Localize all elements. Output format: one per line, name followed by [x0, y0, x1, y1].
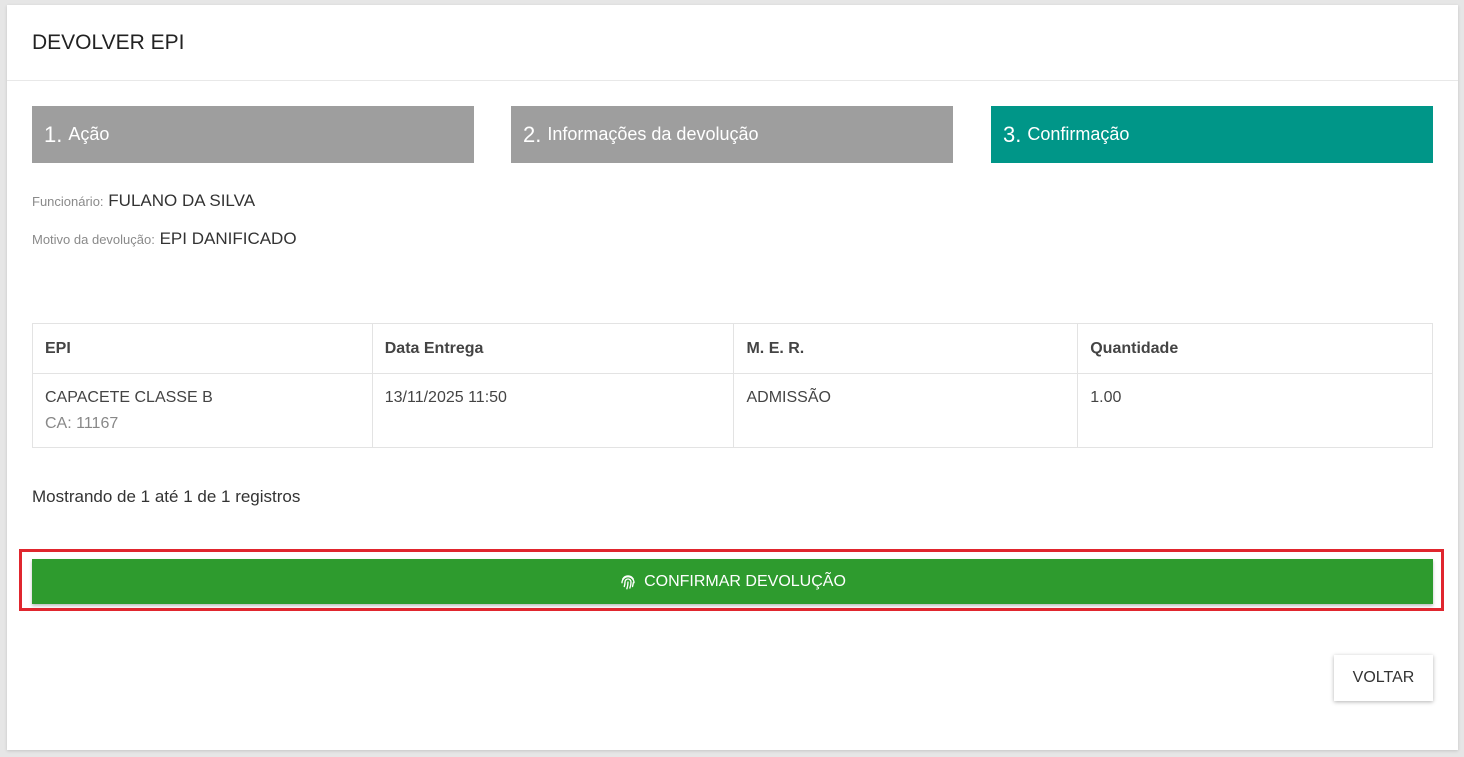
return-epi-card: DEVOLVER EPI 1. Ação 2. Informações da d…: [7, 5, 1458, 750]
step-return-info[interactable]: 2. Informações da devolução: [511, 106, 953, 163]
epi-ca: CA: 11167: [45, 415, 119, 432]
step-number: 3.: [1003, 121, 1022, 147]
epi-table: EPI Data Entrega M. E. R. Quantidade CAP…: [32, 323, 1433, 448]
column-header-quantity[interactable]: Quantidade: [1077, 323, 1433, 374]
wizard-steps: 1. Ação 2. Informações da devolução 3. C…: [32, 106, 1433, 163]
back-button[interactable]: VOLTAR: [1334, 655, 1433, 701]
step-number: 1.: [44, 121, 63, 147]
cell-epi: CAPACETE CLASSE B CA: 11167: [32, 373, 373, 448]
cell-quantity: 1.00: [1077, 373, 1433, 448]
cell-mer: ADMISSÃO: [733, 373, 1079, 448]
employee-label: Funcionário:: [32, 194, 104, 209]
epi-name: CAPACETE CLASSE B: [45, 389, 213, 406]
step-action[interactable]: 1. Ação: [32, 106, 474, 163]
employee-value: FULANO DA SILVA: [108, 191, 256, 210]
confirm-return-button[interactable]: CONFIRMAR DEVOLUÇÃO: [32, 559, 1433, 604]
column-header-epi[interactable]: EPI: [32, 323, 373, 374]
reason-value: EPI DANIFICADO: [159, 229, 297, 248]
step-confirmation[interactable]: 3. Confirmação: [991, 106, 1433, 163]
records-count: Mostrando de 1 até 1 de 1 registros: [32, 487, 301, 506]
table-row: CAPACETE CLASSE B CA: 11167 13/11/2025 1…: [32, 373, 1433, 448]
employee-info: Funcionário: FULANO DA SILVA: [32, 191, 255, 211]
column-header-delivery-date[interactable]: Data Entrega: [371, 323, 735, 374]
cell-delivery-date: 13/11/2025 11:50: [371, 373, 735, 448]
table-header-row: EPI Data Entrega M. E. R. Quantidade: [32, 323, 1433, 374]
fingerprint-icon: [621, 574, 635, 589]
step-label: Informações da devolução: [547, 124, 759, 144]
step-label: Ação: [68, 124, 110, 144]
page-title: DEVOLVER EPI: [7, 5, 1458, 81]
reason-label: Motivo da devolução:: [32, 232, 155, 247]
confirm-return-label: CONFIRMAR DEVOLUÇÃO: [644, 572, 846, 590]
reason-info: Motivo da devolução: EPI DANIFICADO: [32, 229, 297, 249]
step-number: 2.: [523, 121, 542, 147]
step-label: Confirmação: [1027, 124, 1130, 144]
column-header-mer[interactable]: M. E. R.: [733, 323, 1079, 374]
